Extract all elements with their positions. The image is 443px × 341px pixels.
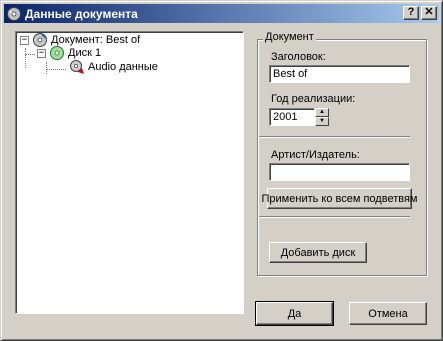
add-disc-button[interactable]: Добавить диск [269, 242, 367, 263]
collapse-icon[interactable]: − [37, 48, 46, 58]
title-bar[interactable]: Данные документа ? ✕ [4, 4, 439, 23]
artist-label: Артист/Издатель: [271, 149, 360, 161]
divider [259, 216, 410, 218]
audio-data-icon [70, 60, 84, 74]
apply-to-all-button[interactable]: Применить ко всем подветвям [262, 188, 417, 209]
close-button[interactable]: ✕ [421, 6, 437, 20]
cancel-button[interactable]: Отмена [349, 302, 427, 325]
window-title: Данные документа [25, 6, 138, 21]
help-button[interactable]: ? [403, 6, 419, 20]
spin-up-icon[interactable]: ▲ [315, 108, 329, 117]
tree-item-audio-data[interactable]: Audio данные [66, 59, 158, 75]
year-stepper[interactable]: ▲ ▼ [315, 108, 329, 126]
document-group-title: Документ [263, 31, 316, 43]
divider [259, 136, 410, 138]
year-label: Год реализации: [271, 93, 356, 105]
collapse-icon[interactable]: − [20, 35, 29, 45]
title-field[interactable]: Best of [269, 65, 410, 83]
document-data-dialog: Данные документа ? ✕ − Документ: Best of… [0, 0, 443, 341]
year-field[interactable]: 2001 [269, 108, 315, 126]
document-tree[interactable]: − Документ: Best of − Диск 1 Audio данны [15, 31, 244, 314]
spin-down-icon[interactable]: ▼ [315, 117, 329, 126]
tree-connector [25, 54, 35, 55]
disc-icon [50, 46, 64, 60]
tree-item-label: Диск 1 [68, 47, 102, 59]
tree-connector [46, 62, 47, 74]
ok-button[interactable]: Да [255, 301, 334, 326]
artist-field[interactable] [269, 163, 410, 181]
cd-document-icon [7, 6, 21, 21]
title-label: Заголовок: [271, 51, 326, 63]
tree-item-label: Audio данные [88, 61, 158, 73]
tree-connector [46, 69, 66, 70]
tree-connector [25, 48, 26, 68]
